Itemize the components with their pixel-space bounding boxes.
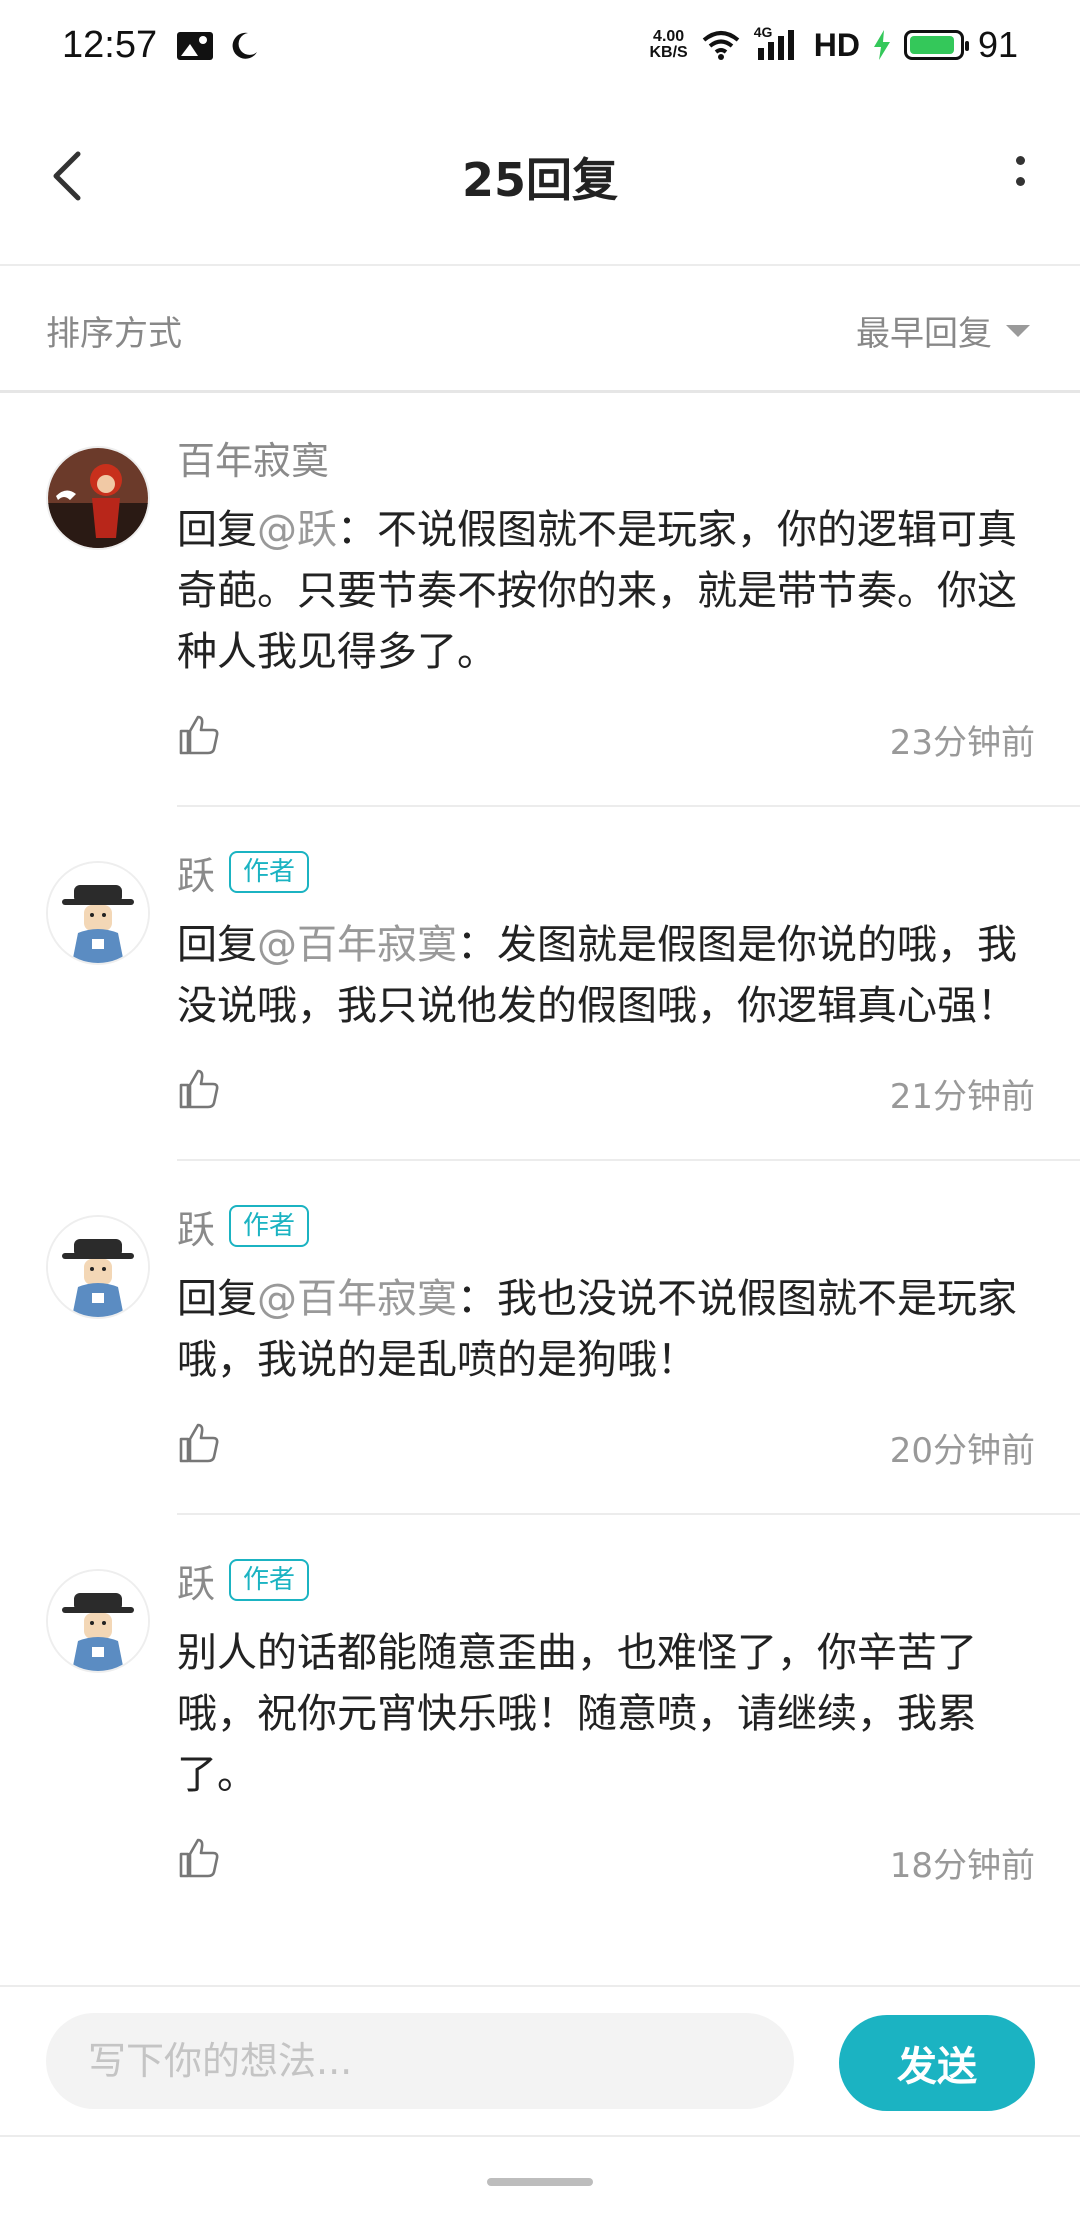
- author-name[interactable]: 跃: [177, 845, 215, 900]
- sort-dropdown[interactable]: 最早回复: [856, 306, 1030, 355]
- hd-indicator: HD: [813, 26, 860, 63]
- status-bar: 12:57 4.00 KB/S 4G HD 91: [0, 0, 1080, 96]
- thumbs-up-icon[interactable]: [177, 1836, 221, 1880]
- sort-bar: 排序方式 最早回复: [0, 266, 1080, 393]
- author-badge: 作者: [229, 851, 310, 893]
- sort-value: 最早回复: [856, 314, 992, 354]
- comment-time: 18分钟前: [889, 1846, 1035, 1886]
- thumbs-up-icon[interactable]: [177, 1067, 221, 1111]
- comment-item: 跃 作者 回复@百年寂寞：我也没说不说假图就不是玩家哦，我说的是乱喷的是狗哦！ …: [0, 1161, 1080, 1515]
- net-speed: 4.00 KB/S: [649, 28, 688, 61]
- thumbs-up-icon[interactable]: [177, 1421, 221, 1465]
- status-notifications: [176, 30, 260, 62]
- wifi-icon: [702, 31, 740, 60]
- comment-text: 别人的话都能随意歪曲，也难怪了，你辛苦了哦，祝你元宵快乐哦！随意喷，请继续，我累…: [177, 1630, 977, 1798]
- moon-icon: [232, 32, 257, 59]
- comment-item: 跃 作者 别人的话都能随意歪曲，也难怪了，你辛苦了哦，祝你元宵快乐哦！随意喷，请…: [0, 1515, 1080, 1892]
- avatar[interactable]: [46, 446, 150, 550]
- app-header: 25回复: [0, 96, 1080, 266]
- mention-link[interactable]: @跃: [257, 507, 337, 553]
- thumbs-up-icon[interactable]: [177, 713, 221, 757]
- status-system: 4.00 KB/S 4G HD 91: [650, 24, 1019, 66]
- battery-percent: 91: [977, 24, 1018, 65]
- avatar[interactable]: [46, 1215, 150, 1319]
- sort-label: 排序方式: [46, 314, 182, 354]
- author-badge: 作者: [229, 1205, 310, 1247]
- reply-input-bar: 发送: [0, 1985, 1080, 2137]
- comment-text: 回复@百年寂寞：我也没说不说假图就不是玩家哦，我说的是乱喷的是狗哦！: [177, 1276, 1017, 1383]
- charging-icon: [873, 30, 890, 60]
- gallery-icon: [177, 32, 213, 60]
- author-name[interactable]: 跃: [177, 1199, 215, 1254]
- more-options-icon[interactable]: [1000, 150, 1040, 210]
- battery-icon: [903, 30, 969, 60]
- screen: 12:57 4.00 KB/S 4G HD 91 25回复 排序方式 最早回复 …: [0, 0, 1080, 2232]
- gesture-nav-handle[interactable]: [487, 2178, 593, 2186]
- avatar[interactable]: [46, 1569, 150, 1673]
- send-button[interactable]: 发送: [839, 2015, 1035, 2111]
- mention-link[interactable]: @百年寂寞: [257, 1276, 457, 1322]
- dropdown-triangle-icon: [1006, 324, 1030, 337]
- status-time: 12:57: [62, 24, 158, 66]
- comment-time: 20分钟前: [889, 1431, 1035, 1471]
- cell-signal-icon: 4G: [754, 24, 800, 62]
- comment-item: 百年寂寞 回复@跃：不说假图就不是玩家，你的逻辑可真奇葩。只要节奏不按你的来，就…: [0, 392, 1080, 807]
- comment-time: 21分钟前: [889, 1077, 1035, 1117]
- reply-input[interactable]: [46, 2013, 794, 2109]
- comment-text: 回复@跃：不说假图就不是玩家，你的逻辑可真奇葩。只要节奏不按你的来，就是带节奏。…: [177, 507, 1017, 675]
- comment-item: 跃 作者 回复@百年寂寞：发图就是假图是你说的哦，我没说哦，我只说他发的假图哦，…: [0, 807, 1080, 1161]
- author-name[interactable]: 百年寂寞: [177, 430, 329, 485]
- mention-link[interactable]: @百年寂寞: [257, 922, 457, 968]
- comment-list[interactable]: 百年寂寞 回复@跃：不说假图就不是玩家，你的逻辑可真奇葩。只要节奏不按你的来，就…: [0, 392, 1080, 1985]
- comment-text: 回复@百年寂寞：发图就是假图是你说的哦，我没说哦，我只说他发的假图哦，你逻辑真心…: [177, 922, 1017, 1029]
- page-title: 25回复: [461, 153, 618, 207]
- avatar[interactable]: [46, 861, 150, 965]
- author-badge: 作者: [229, 1559, 310, 1601]
- comment-time: 23分钟前: [889, 723, 1035, 763]
- author-name[interactable]: 跃: [177, 1553, 215, 1608]
